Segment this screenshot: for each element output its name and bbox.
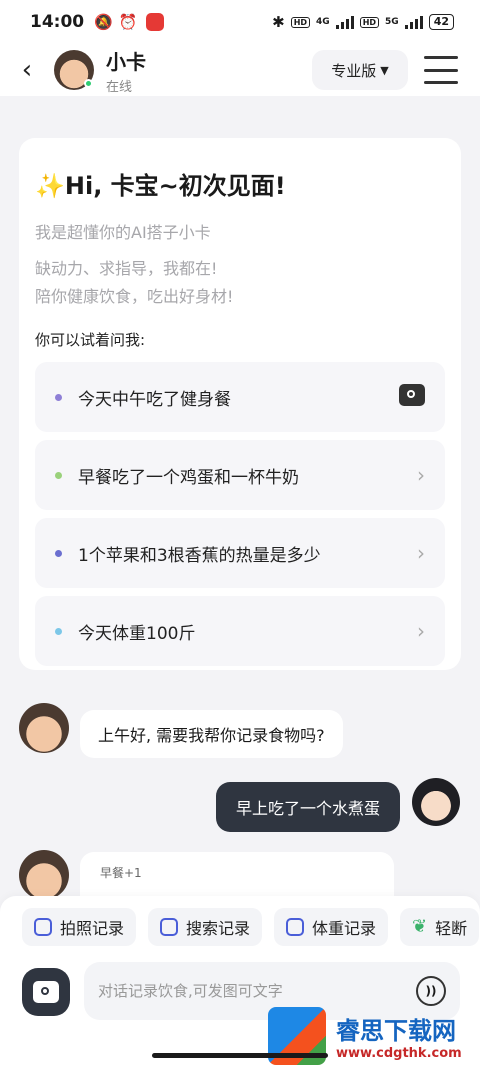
online-indicator-icon [84, 79, 93, 88]
chat-header: ‹ 小卡 在线 专业版 ▼ [0, 44, 480, 96]
battery-icon: 42 [428, 14, 454, 30]
watermark-text: 睿思下载网 www.cdgthk.com [336, 1011, 462, 1061]
suggestion-item[interactable]: 早餐吃了一个鸡蛋和一杯牛奶 › [35, 440, 445, 510]
chip-label: 搜索记录 [186, 919, 251, 938]
bullet-dot-icon [55, 471, 62, 479]
welcome-intro: 我是超懂你的AI搭子小卡 [35, 223, 211, 242]
user-message-bubble: 早上吃了一个水煮蛋 [216, 782, 400, 832]
suggestion-label: 今天体重100斤 [78, 623, 196, 644]
welcome-line-1: 缺动力、求指导，我都在! [35, 259, 218, 278]
chevron-right-icon: › [417, 463, 425, 487]
chip-label: 拍照记录 [60, 919, 125, 938]
suggestion-item[interactable]: 今天中午吃了健身餐 [35, 362, 445, 432]
try-asking-label: 你可以试着问我: [35, 331, 146, 349]
document-search-icon [160, 918, 179, 936]
bullet-dot-icon [55, 627, 62, 635]
assistant-status: 在线 [106, 79, 133, 95]
watermark-url: www.cdgthk.com [336, 1046, 462, 1061]
meal-record-label: 早餐+1 [100, 866, 142, 880]
camera-icon [33, 981, 59, 1003]
voice-icon[interactable]: )) [416, 976, 446, 1006]
camera-icon[interactable] [399, 383, 425, 411]
network-label-2: 5G [385, 17, 399, 27]
welcome-lines: 缺动力、求指导，我都在! 陪你健康饮食，吃出好身材! [35, 255, 445, 311]
suggestion-item[interactable]: 1个苹果和3根香蕉的热量是多少 › [35, 518, 445, 588]
weight-record-chip[interactable]: 体重记录 [274, 908, 389, 946]
caret-down-icon: ▼ [380, 63, 389, 77]
chip-label: 体重记录 [312, 919, 377, 938]
suggestion-list: 今天中午吃了健身餐 早餐吃了一个鸡蛋和一杯牛奶 › 1个苹果和3根香蕉的热量是多… [35, 362, 445, 666]
leaf-icon: ❦ [412, 916, 428, 937]
hd-badge: HD [290, 16, 311, 28]
alarm-icon: ⏰ [118, 13, 138, 31]
bot-avatar[interactable] [19, 703, 69, 753]
home-indicator[interactable] [152, 1053, 328, 1058]
welcome-title: ✨Hi, 卡宝~初次见面! [35, 172, 286, 200]
menu-icon[interactable] [424, 56, 458, 84]
scale-icon [286, 918, 305, 936]
bullet-dot-icon [55, 549, 62, 557]
status-time: 14:00 [30, 12, 85, 32]
message-input[interactable] [98, 982, 416, 1000]
search-record-chip[interactable]: 搜索记录 [148, 908, 263, 946]
camera-button[interactable] [22, 968, 70, 1016]
welcome-line-2: 陪你健康饮食，吃出好身材! [35, 287, 234, 306]
photo-record-chip[interactable]: 拍照记录 [22, 908, 137, 946]
chip-label: 轻断 [435, 919, 468, 938]
assistant-name: 小卡 [106, 49, 146, 74]
quick-action-chips: 拍照记录 搜索记录 体重记录 ❦ 轻断 [22, 908, 480, 946]
chevron-right-icon: › [417, 619, 425, 643]
watermark-name: 睿思下载网 [336, 1017, 456, 1045]
suggestion-item[interactable]: 今天体重100斤 › [35, 596, 445, 666]
bluetooth-icon: ✱ [272, 13, 285, 31]
signal-icon-2 [404, 15, 423, 29]
bot-avatar[interactable] [19, 850, 69, 900]
plan-label: 专业版 [331, 61, 377, 80]
network-label-1: 4G [316, 17, 330, 27]
hd-badge-2: HD [359, 16, 380, 28]
status-right-group: ✱ HD 4G HD 5G 42 [272, 13, 454, 31]
mute-icon: 🔕 [94, 13, 113, 31]
user-avatar[interactable] [412, 778, 460, 826]
plan-selector-button[interactable]: 专业版 ▼ [312, 50, 408, 90]
suggestion-label: 今天中午吃了健身餐 [78, 389, 231, 410]
bot-message-bubble: 上午好, 需要我帮你记录食物吗? [80, 710, 343, 758]
suggestion-label: 早餐吃了一个鸡蛋和一杯牛奶 [78, 467, 299, 488]
app-notification-icon [145, 13, 164, 31]
fasting-chip[interactable]: ❦ 轻断 [400, 908, 480, 946]
assistant-info: 小卡 在线 [106, 46, 146, 95]
chevron-right-icon: › [417, 541, 425, 565]
assistant-avatar[interactable] [54, 50, 94, 90]
welcome-card: ✨Hi, 卡宝~初次见面! 我是超懂你的AI搭子小卡 缺动力、求指导，我都在! … [19, 138, 461, 670]
signal-icon-1 [335, 15, 354, 29]
suggestion-label: 1个苹果和3根香蕉的热量是多少 [78, 545, 321, 566]
scan-icon [34, 918, 52, 936]
back-icon[interactable]: ‹ [0, 44, 54, 96]
bullet-dot-icon [55, 393, 62, 401]
status-bar: 14:00 🔕 ⏰ ✱ HD 4G HD 5G 42 [0, 0, 480, 44]
